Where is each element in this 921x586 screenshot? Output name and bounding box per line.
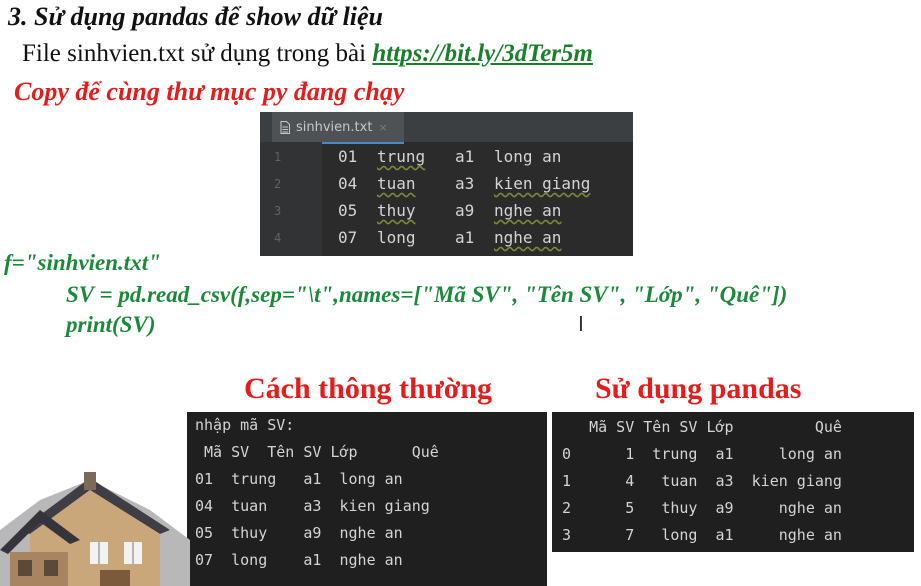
editor-line: 2 04 tuan a3 kien giang (260, 171, 633, 198)
cell-class: a9 (455, 201, 475, 220)
cell-class: a3 (455, 174, 475, 193)
cell-class: a1 (455, 228, 475, 247)
file-icon (280, 120, 290, 134)
console-row: 3 7 long a1 nghe an (562, 526, 842, 544)
console-pandas: Mã SV Tên SV Lớp Quê 0 1 trung a1 long a… (552, 412, 914, 552)
cell-id: 01 (338, 147, 358, 166)
cell-home: kien giang (494, 174, 591, 193)
console-row: 2 5 thuy a9 nghe an (562, 499, 842, 517)
cell-id: 07 (338, 228, 358, 247)
console-header: Mã SV Tên SV Lớp Quê (195, 443, 439, 461)
tab-sinhvien[interactable]: sinhvien.txt × (272, 112, 404, 144)
console-prompt: nhập mã SV: (195, 416, 295, 434)
code-line-1: f="sinhvien.txt" (4, 250, 161, 275)
cell-id: 04 (338, 174, 358, 193)
editor-line: 1 01 trung a1 long an (260, 144, 633, 171)
cell-home: nghe an (494, 228, 562, 247)
line-number: 4 (274, 231, 282, 245)
file-line-text: File sinhvien.txt sử dụng trong bài (22, 40, 373, 67)
file-line: File sinhvien.txt sử dụng trong bài http… (22, 40, 593, 68)
close-icon[interactable]: × (378, 121, 387, 134)
code-line-3: print(SV) (66, 312, 156, 337)
editor-tabbar: sinhvien.txt × (260, 112, 633, 144)
cell-name: long (377, 228, 416, 247)
editor-line: 3 05 thuy a9 nghe an (260, 198, 633, 225)
file-link[interactable]: https://bit.ly/3dTer5m (372, 40, 593, 67)
console-row: 01 trung a1 long an (195, 470, 403, 488)
console-row: 1 4 tuan a3 kien giang (562, 472, 842, 490)
line-number: 2 (274, 177, 282, 191)
editor-line: 4 07 long a1 nghe an (260, 225, 633, 252)
console-row: 05 thuy a9 nghe an (195, 524, 403, 542)
slide-title: 3. Sử dụng pandas để show dữ liệu (8, 2, 384, 31)
text-cursor-icon: I (578, 312, 584, 336)
copy-note: Copy để cùng thư mục py đang chạy (14, 77, 405, 106)
cell-class: a1 (455, 147, 475, 166)
console-normal: nhập mã SV: Mã SV Tên SV Lớp Quê 01 trun… (187, 412, 547, 586)
console-row: 04 tuan a3 kien giang (195, 497, 430, 515)
house-image (0, 472, 190, 586)
tab-label: sinhvien.txt (296, 119, 373, 135)
line-number: 1 (274, 150, 282, 164)
cell-home: nghe an (494, 201, 562, 220)
cell-name: tuan (377, 174, 416, 193)
heading-pandas: Sử dụng pandas (595, 372, 802, 405)
code-line-2: SV = pd.read_csv(f,sep="\t",names=["Mã S… (66, 282, 788, 307)
heading-normal: Cách thông thường (244, 372, 492, 405)
editor-window: sinhvien.txt × 1 01 trung a1 long an 2 0… (260, 112, 633, 256)
console-row: 0 1 trung a1 long an (562, 445, 842, 463)
cell-name: thuy (377, 201, 416, 220)
cell-name: trung (377, 147, 426, 166)
console-row: 07 long a1 nghe an (195, 551, 403, 569)
line-number: 3 (274, 204, 282, 218)
cell-home: long an (494, 147, 562, 166)
console-header: Mã SV Tên SV Lớp Quê (562, 418, 842, 436)
cell-id: 05 (338, 201, 358, 220)
